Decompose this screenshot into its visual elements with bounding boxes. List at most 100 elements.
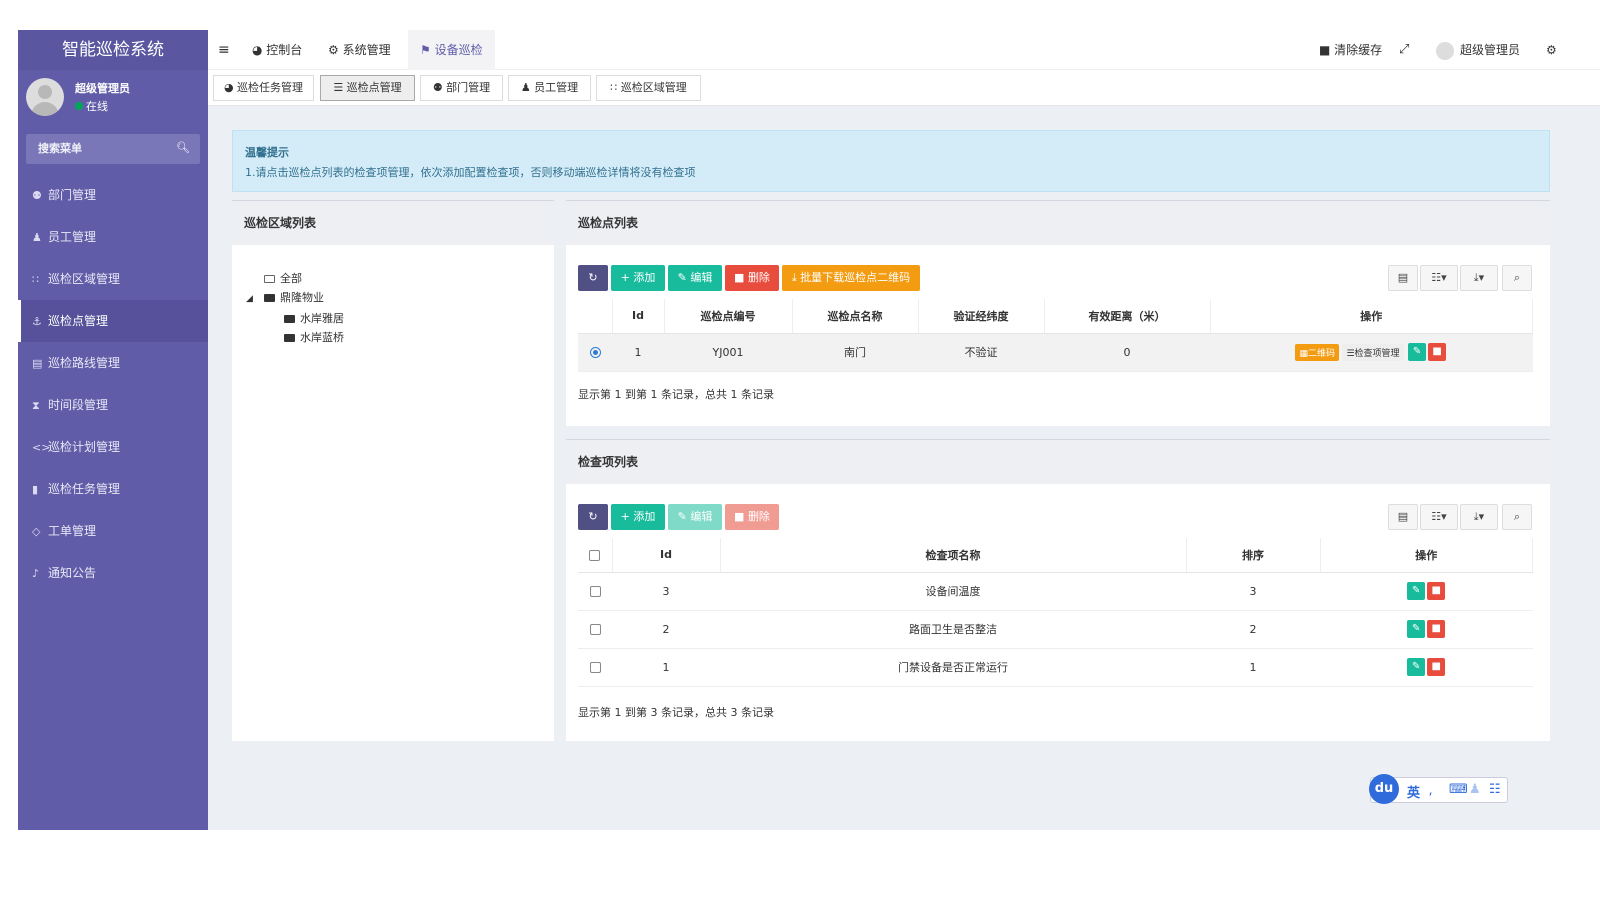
check-pagination-info: 显示第 1 到第 3 条记录，总共 3 条记录: [578, 706, 774, 719]
fullscreen-icon[interactable]: ⤢: [1399, 30, 1409, 70]
row-checkbox[interactable]: [578, 648, 612, 687]
tab-staff[interactable]: ♟ 员工管理: [508, 75, 591, 101]
edit-icon[interactable]: ✎: [1407, 582, 1426, 600]
col-select-all[interactable]: [578, 538, 613, 573]
table-search-icon[interactable]: ⌕: [1502, 265, 1532, 291]
columns-icon[interactable]: ☷▾: [1420, 504, 1458, 530]
qr-code-button[interactable]: ▦二维码: [1295, 343, 1339, 361]
list-icon: ☰: [333, 81, 347, 94]
avatar[interactable]: [26, 78, 64, 116]
export-icon[interactable]: ⤓▾: [1460, 504, 1498, 530]
delete-point-button[interactable]: ■ 删除: [725, 265, 779, 291]
nav-system[interactable]: ⚙︎ 系统管理: [328, 30, 391, 70]
select-all-checkbox[interactable]: [589, 549, 601, 561]
sidebar-item-workorder[interactable]: ◇ 工单管理: [18, 510, 208, 552]
toggle-view-icon[interactable]: ▤: [1388, 265, 1418, 291]
user-menu[interactable]: 超级管理员: [1436, 30, 1520, 70]
edit-icon[interactable]: ✎: [1407, 658, 1426, 676]
cell-name: 门禁设备是否正常运行: [720, 648, 1186, 687]
sidebar-item-staff[interactable]: ♟ 员工管理: [18, 216, 208, 258]
add-point-button[interactable]: + 添加: [611, 265, 665, 291]
add-check-button[interactable]: + 添加: [611, 504, 665, 530]
ime-toolbar[interactable]: du 英 ⸴ ⌨︎ ♟ ☷: [1369, 774, 1508, 804]
dashboard-icon: ◕: [252, 43, 267, 57]
area-panel: 巡检区域列表 全部 ◢ 鼎隆物业 水岸雅居 水岸蓝桥: [232, 200, 554, 741]
tab-task[interactable]: ◕ 巡检任务管理: [213, 75, 314, 101]
tab-dept[interactable]: ⚉ 部门管理: [420, 75, 503, 101]
sidebar-item-notice[interactable]: ♪ 通知公告: [18, 552, 208, 594]
table-row[interactable]: 3 设备间温度 3 ✎ ■: [578, 572, 1533, 611]
tree-node-root[interactable]: 全部: [264, 269, 344, 288]
edit-icon[interactable]: ✎: [1407, 620, 1426, 638]
tree-node-child[interactable]: 水岸蓝桥: [264, 328, 344, 347]
button-label: 二维码: [1307, 348, 1335, 359]
refresh-button[interactable]: ↻: [578, 265, 608, 291]
nav-dashboard[interactable]: ◕ 控制台: [252, 30, 302, 70]
col-order[interactable]: 排序: [1186, 538, 1321, 573]
delete-icon[interactable]: ■: [1428, 343, 1447, 361]
menu-toggle-icon[interactable]: ≡: [218, 30, 230, 70]
sidebar-item-dept[interactable]: ⚉ 部门管理: [18, 174, 208, 216]
edit-check-button[interactable]: ✎ 编辑: [668, 504, 722, 530]
col-name[interactable]: 检查项名称: [720, 538, 1187, 573]
col-id[interactable]: Id: [612, 299, 665, 334]
sidebar-item-area[interactable]: ∷ 巡检区域管理: [18, 258, 208, 300]
sidebar-search: 🔍︎: [26, 134, 200, 164]
col-verify[interactable]: 验证经纬度: [918, 299, 1045, 334]
row-checkbox-icon[interactable]: [589, 624, 601, 635]
col-id[interactable]: Id: [612, 538, 721, 573]
ime-lang-toggle[interactable]: 英: [1407, 782, 1420, 801]
table-row[interactable]: 1 YJ001 南门 不验证 0 ▦二维码 ☰检查项管理 ✎ ■: [578, 333, 1533, 372]
radio-selected-icon[interactable]: [589, 347, 601, 358]
tree-node-child[interactable]: 水岸雅居: [264, 309, 344, 328]
tab-area[interactable]: ∷ 巡检区域管理: [596, 75, 701, 101]
plus-icon: +: [620, 510, 634, 523]
col-name[interactable]: 巡检点名称: [792, 299, 919, 334]
flag-icon: ⚑: [420, 43, 435, 57]
table-row[interactable]: 1 门禁设备是否正常运行 1 ✎ ■: [578, 648, 1533, 687]
sidebar-item-task[interactable]: ▮ 巡检任务管理: [18, 468, 208, 510]
col-distance[interactable]: 有效距离（米）: [1044, 299, 1211, 334]
delete-check-button[interactable]: ■ 删除: [725, 504, 779, 530]
table-row[interactable]: 2 路面卫生是否整洁 2 ✎ ■: [578, 610, 1533, 649]
check-item-manage-button[interactable]: ☰检查项管理: [1342, 343, 1404, 361]
columns-icon[interactable]: ☷▾: [1420, 265, 1458, 291]
row-checkbox[interactable]: [578, 610, 612, 649]
settings-gear-icon[interactable]: ⚙︎: [1546, 30, 1557, 70]
delete-icon[interactable]: ■: [1427, 620, 1446, 638]
caret-down-icon[interactable]: ◢: [246, 290, 264, 309]
sidebar-item-timeslot[interactable]: ⧗ 时间段管理: [18, 384, 208, 426]
row-radio[interactable]: [578, 333, 612, 372]
edit-icon[interactable]: ✎: [1408, 343, 1427, 361]
nav-device-inspection[interactable]: ⚑ 设备巡检: [408, 30, 495, 70]
sidebar-item-route[interactable]: ▤ 巡检路线管理: [18, 342, 208, 384]
row-checkbox-icon[interactable]: [589, 586, 601, 597]
menu-search-input[interactable]: [26, 134, 200, 164]
search-icon[interactable]: 🔍︎: [176, 141, 190, 154]
sidebar-item-plan[interactable]: <>巡检计划管理: [18, 426, 208, 468]
clear-cache-button[interactable]: ■ 清除缓存: [1319, 30, 1382, 70]
bookmark-icon: ▮: [32, 483, 39, 496]
tree-node-company[interactable]: ◢ 鼎隆物业: [246, 288, 344, 309]
keyboard-icon[interactable]: ⌨︎: [1449, 782, 1468, 797]
cell-code: YJ001: [664, 333, 792, 372]
row-checkbox-icon[interactable]: [589, 662, 601, 673]
baidu-logo-icon[interactable]: du: [1369, 774, 1399, 804]
edit-point-button[interactable]: ✎ 编辑: [668, 265, 722, 291]
delete-icon[interactable]: ■: [1427, 658, 1446, 676]
col-code[interactable]: 巡检点编号: [664, 299, 793, 334]
delete-icon[interactable]: ■: [1427, 582, 1446, 600]
row-checkbox[interactable]: [578, 572, 612, 611]
sidebar: 智能巡检系统 超级管理员 在线 🔍︎ ⚉ 部门管理 ♟ 员工管理 ∷ 巡检区域管理 ⚓…: [18, 30, 208, 830]
download-qr-button[interactable]: ⤓ 批量下载巡检点二维码: [782, 265, 920, 291]
export-icon[interactable]: ⤓▾: [1460, 265, 1498, 291]
tab-point[interactable]: ☰ 巡检点管理: [320, 75, 415, 101]
sidebar-item-label: 巡检计划管理: [48, 440, 121, 454]
toggle-view-icon[interactable]: ▤: [1388, 504, 1418, 530]
apps-grid-icon[interactable]: ☷: [1489, 782, 1501, 797]
table-search-icon[interactable]: ⌕: [1502, 504, 1532, 530]
sidebar-item-point[interactable]: ⚓︎ 巡检点管理: [18, 300, 208, 342]
refresh-button[interactable]: ↻: [578, 504, 608, 530]
user-icon[interactable]: ♟: [1469, 782, 1481, 797]
punctuation-icon[interactable]: ⸴: [1429, 782, 1432, 800]
